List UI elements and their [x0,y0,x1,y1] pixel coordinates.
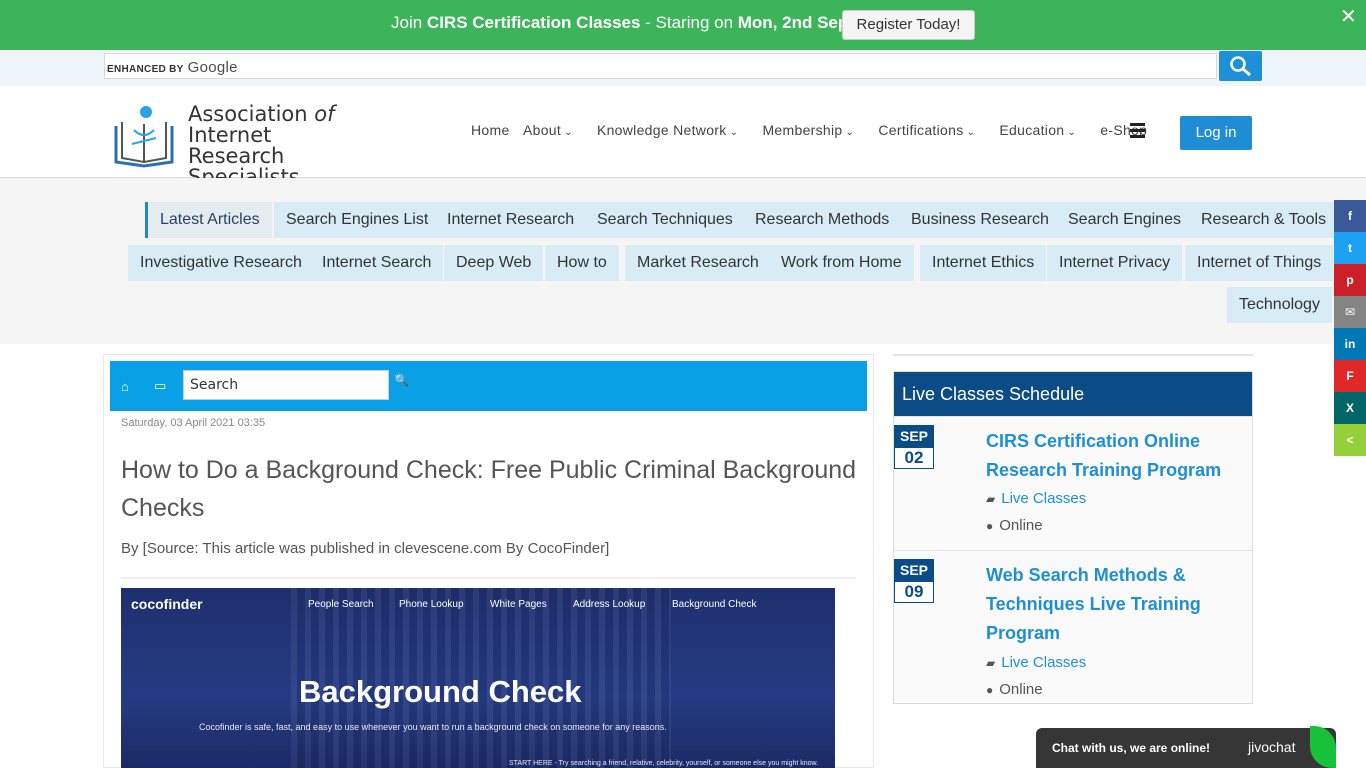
facebook-icon[interactable]: f [1334,200,1366,232]
site-search-bar: ENHANCED BY Google [0,50,1366,86]
tag-internet-privacy[interactable]: Internet Privacy [1047,245,1183,281]
tag-search-techniques[interactable]: Search Techniques [585,202,745,238]
image-nav-item: People Search [308,599,374,610]
map-marker-icon: ● [986,519,994,533]
event-item: SEP 09 Web Search Methods & Techniques L… [894,550,1252,704]
chevron-down-icon: ⌄ [966,127,976,138]
article-search-input[interactable]: Search [183,370,389,400]
tag-technology[interactable]: Technology [1227,287,1332,323]
chevron-down-icon: ⌄ [564,127,573,138]
xing-icon[interactable]: X [1334,392,1366,424]
article-panel: ⌂ ▭ Search 🔍 Saturday, 03 April 2021 03:… [103,354,874,768]
nav-item-about[interactable]: About ⌄ [523,122,583,138]
article-toolbar: ⌂ ▭ Search 🔍 [110,361,867,411]
image-subtitle: Cocofinder is safe, fast, and easy to us… [199,722,667,732]
search-icon[interactable]: 🔍 [394,373,409,387]
login-button[interactable]: Log in [1180,116,1252,150]
event-location: ● Online [986,681,1043,698]
chat-brand: jivochat [1248,739,1296,755]
pinterest-icon[interactable]: p [1334,264,1366,296]
tag-internet-search[interactable]: Internet Search [310,245,444,281]
map-marker-icon: ● [986,683,994,697]
site-search-input[interactable]: ENHANCED BY Google [104,53,1217,79]
image-nav-item: White Pages [490,599,547,610]
event-category[interactable]: ▰ Live Classes [986,654,1086,671]
event-title-link[interactable]: CIRS Certification Online Research Train… [986,427,1236,485]
image-footer: START HERE - Try searching a friend, rel… [509,760,819,767]
main-nav: Home About ⌄ Knowledge Network ⌄ Membershi… [471,122,1157,138]
schedule-heading: Live Classes Schedule [894,372,1252,416]
chevron-down-icon: ⌄ [1067,127,1077,138]
flipboard-icon[interactable]: F [1334,360,1366,392]
image-nav-item: Phone Lookup [399,599,464,610]
tag-business-research[interactable]: Business Research [899,202,1061,238]
tag-work-from-home[interactable]: Work from Home [769,245,914,281]
search-icon [1230,56,1251,77]
chat-status-text: Chat with us, we are online! [1052,741,1211,755]
tag-search-engines-list[interactable]: Search Engines List [274,202,441,238]
tag-internet-research[interactable]: Internet Research [435,202,587,238]
logo-book-icon [114,106,174,168]
event-location: ● Online [986,517,1043,534]
nav-item-home[interactable]: Home [471,122,510,138]
tag-market-research[interactable]: Market Research [625,245,771,281]
promo-text: Join CIRS Certification Classes - Starin… [391,13,854,32]
nav-item-membership[interactable]: Membership ⌄ [762,122,864,138]
tag-research-tools[interactable]: Research & Tools [1189,202,1339,238]
divider [893,354,1253,356]
logo-text: Association of Internet Research Special… [188,102,335,189]
folder-open-icon: ▰ [986,656,996,670]
twitter-icon[interactable]: t [1334,232,1366,264]
image-title: Background Check [299,674,582,709]
event-item: SEP 02 CIRS Certification Online Researc… [894,416,1252,550]
google-enhanced-label: ENHANCED BY Google [107,59,238,76]
register-button[interactable]: Register Today! [842,10,975,40]
event-date: SEP 09 [894,559,934,605]
topic-tags: Latest Articles Search Engines List Inte… [0,178,1366,344]
chevron-down-icon: ⌄ [729,127,739,138]
close-icon[interactable]: ✕ [1340,4,1357,29]
event-category[interactable]: ▰ Live Classes [986,490,1086,507]
chevron-down-icon: ⌄ [845,127,855,138]
divider [121,577,856,579]
site-search-button[interactable] [1219,51,1262,81]
folder-icon[interactable]: ▭ [154,378,166,394]
folder-open-icon: ▰ [986,492,996,506]
tag-how-to[interactable]: How to [545,245,619,281]
share-icon[interactable]: < [1334,424,1366,456]
tag-deep-web[interactable]: Deep Web [444,245,544,281]
article-byline: By [Source: This article was published i… [121,540,610,557]
nav-item-certifications[interactable]: Certifications ⌄ [878,122,985,138]
email-icon[interactable]: ✉ [1334,296,1366,328]
article-image: cocofinder People Search Phone Lookup Wh… [121,588,835,768]
article-title: How to Do a Background Check: Free Publi… [121,456,857,522]
tag-internet-of-things[interactable]: Internet of Things [1185,245,1334,281]
event-date: SEP 02 [894,425,934,471]
chat-widget[interactable]: Chat with us, we are online! jivochat [1036,728,1336,768]
image-nav-item: Address Lookup [573,599,646,610]
home-icon[interactable]: ⌂ [121,379,129,394]
image-brand: cocofinder [131,596,203,612]
social-share-bar: f t p ✉ in F X < [1334,200,1366,456]
tag-investigative-research[interactable]: Investigative Research [128,245,314,281]
live-classes-schedule: Live Classes Schedule SEP 02 CIRS Certif… [893,371,1253,704]
site-header: Association of Internet Research Special… [0,86,1366,188]
tag-research-methods[interactable]: Research Methods [743,202,902,238]
nav-item-education[interactable]: Education ⌄ [999,122,1086,138]
event-title-link[interactable]: Web Search Methods & Techniques Live Tra… [986,561,1236,648]
tag-search-engines[interactable]: Search Engines [1056,202,1193,238]
site-logo[interactable]: Association of Internet Research Special… [112,104,362,188]
nav-item-knowledge-network[interactable]: Knowledge Network ⌄ [597,122,748,138]
tag-internet-ethics[interactable]: Internet Ethics [920,245,1047,281]
promo-banner: Join CIRS Certification Classes - Starin… [0,0,1366,50]
article-date: Saturday, 03 April 2021 03:35 [121,417,266,429]
tag-latest-articles[interactable]: Latest Articles [145,202,272,238]
image-nav-item: Background Check [672,599,757,610]
linkedin-icon[interactable]: in [1334,328,1366,360]
hamburger-menu-icon[interactable] [1130,123,1145,141]
